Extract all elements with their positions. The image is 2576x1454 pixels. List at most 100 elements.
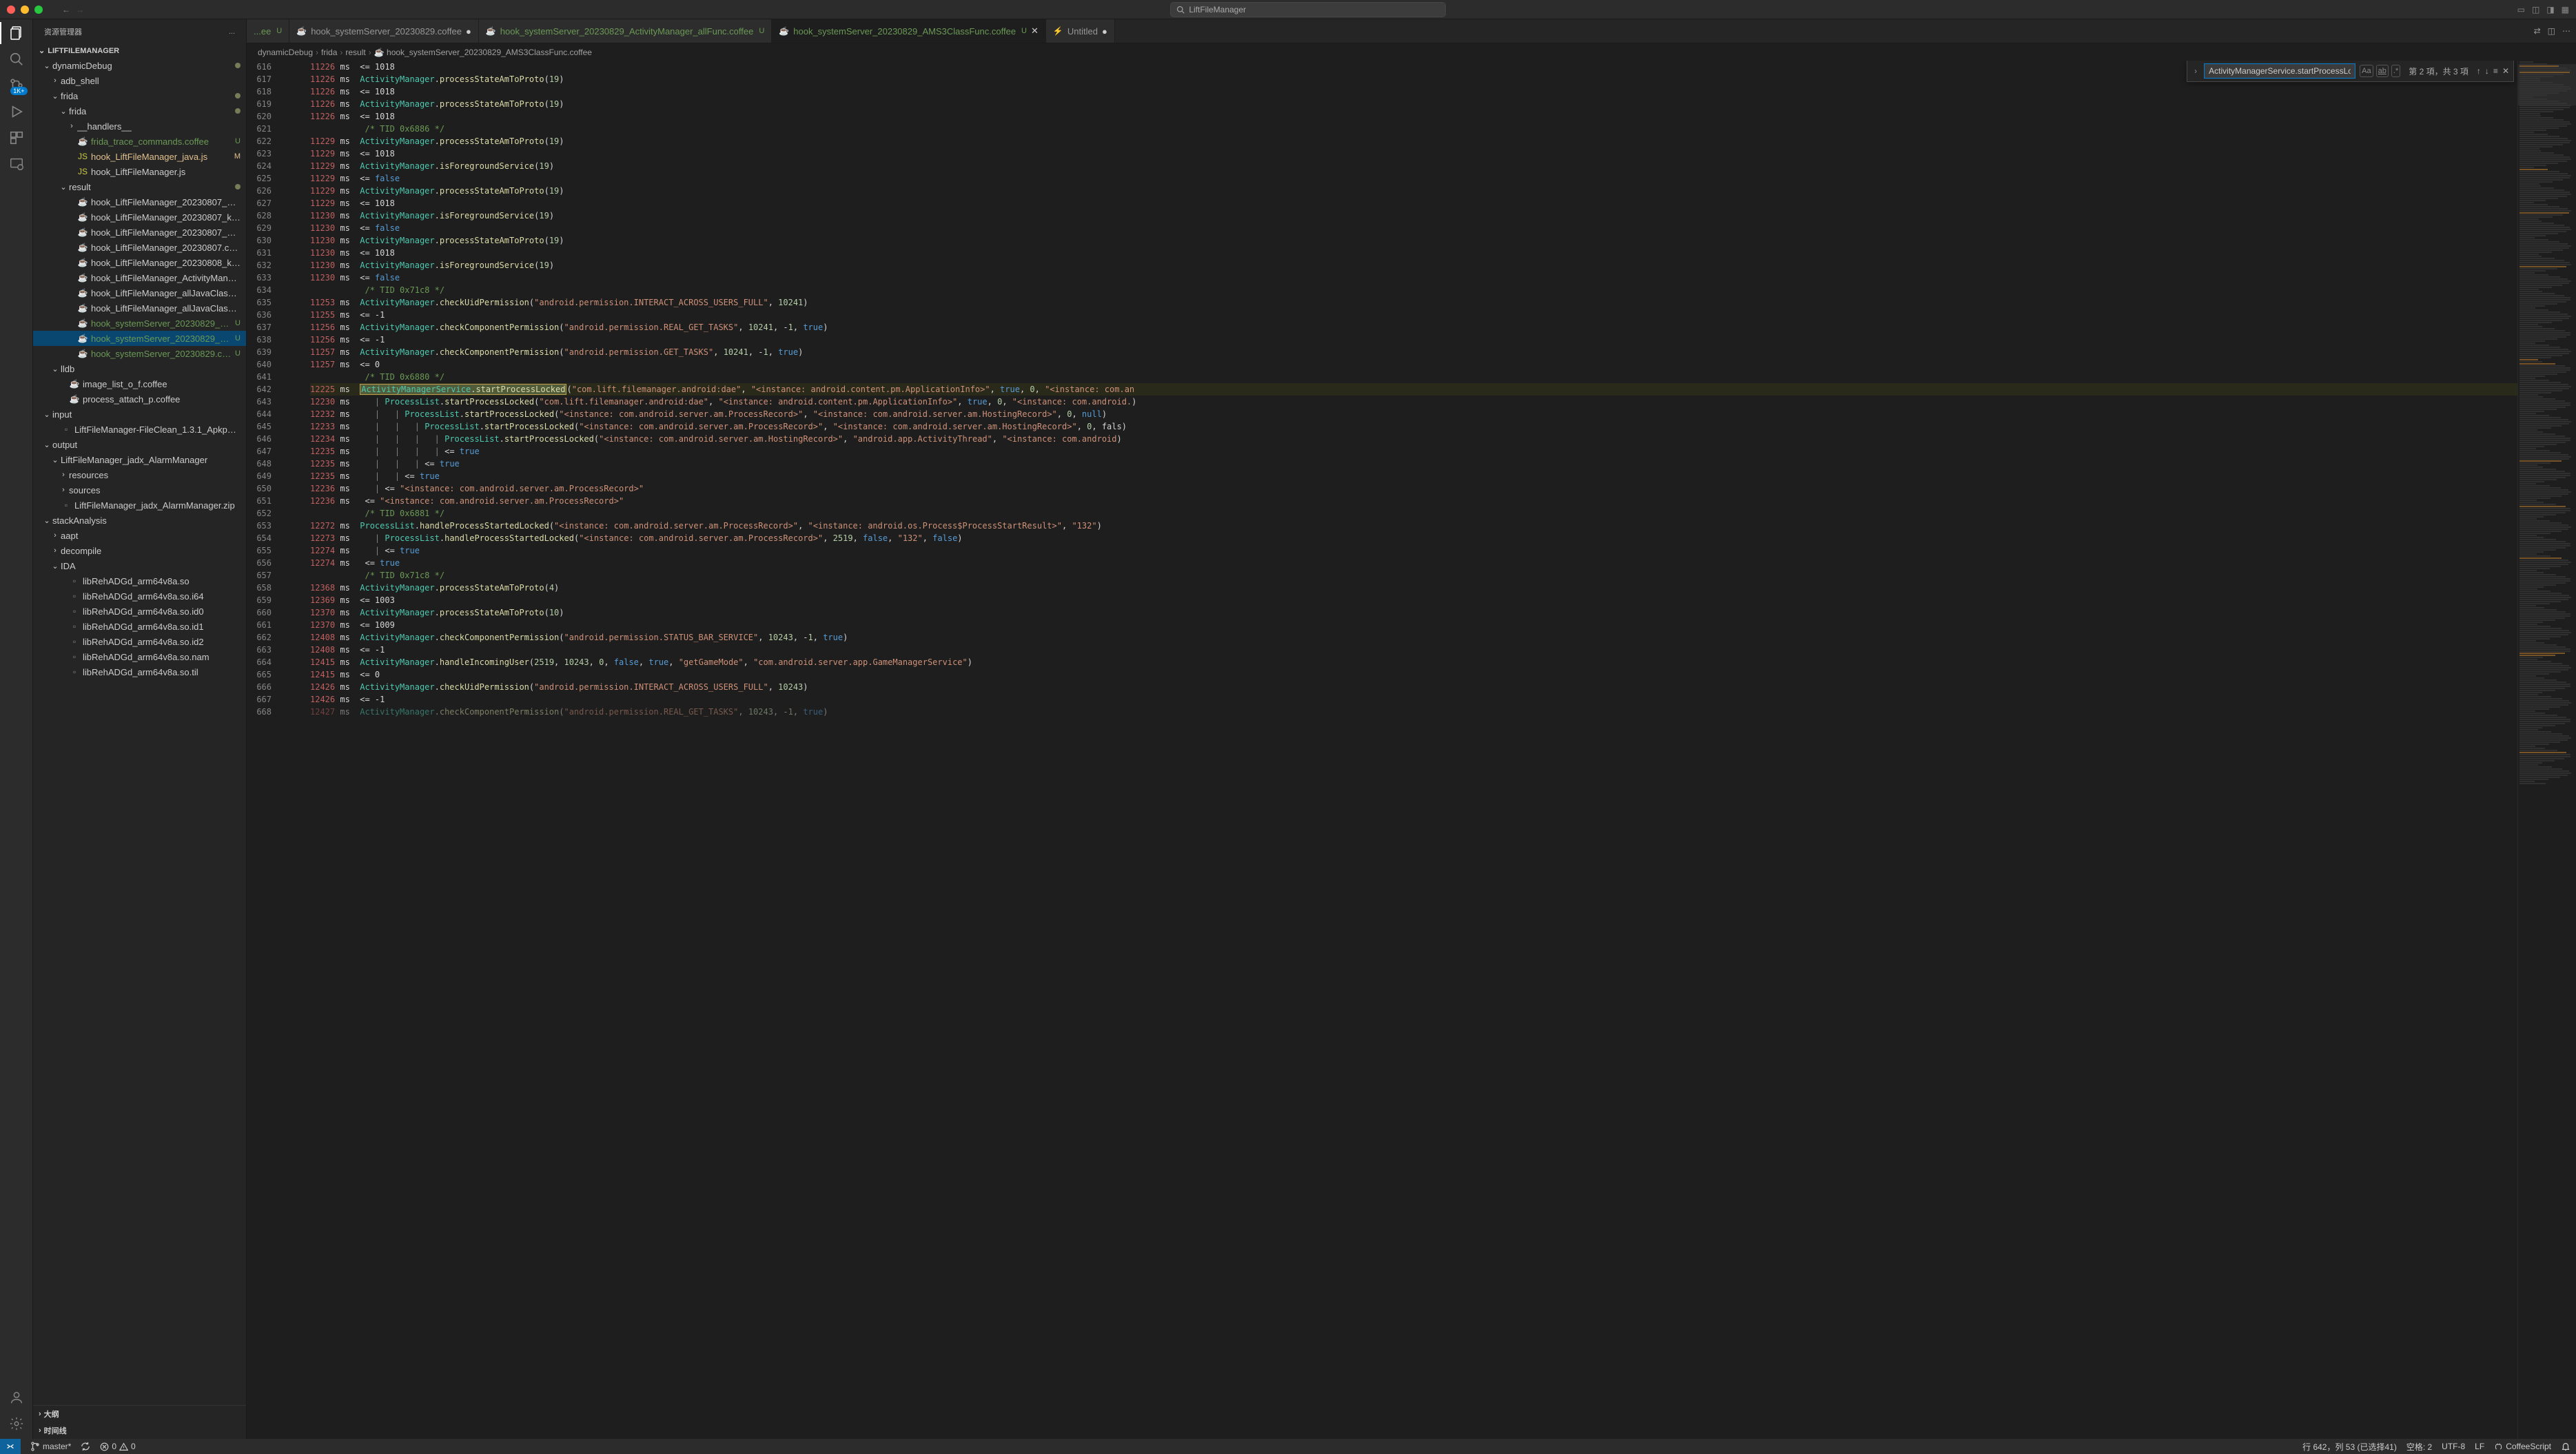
tree-file[interactable]: ▫libRehADGd_arm64v8a.so.id0	[33, 604, 246, 619]
tree-file[interactable]: ☕hook_LiftFileManager_ActivityManager_me…	[33, 270, 246, 285]
cursor-position[interactable]: 行 642，列 53 (已选择41)	[2302, 1441, 2397, 1453]
split-editor-icon[interactable]: ◫	[2548, 26, 2555, 36]
editor-tab[interactable]: ...ee U	[247, 19, 289, 43]
tree-file[interactable]: ☕hook_systemServer_20230829.coffeeU	[33, 346, 246, 361]
tree-file[interactable]: ☕hook_LiftFileManager_20230807_killProce…	[33, 209, 246, 225]
find-input[interactable]	[2204, 63, 2355, 79]
tree-folder[interactable]: ›adb_shell	[33, 73, 246, 88]
problems-status[interactable]: 0 0	[100, 1442, 135, 1451]
tree-file[interactable]: ▫libRehADGd_arm64v8a.so.id2	[33, 634, 246, 649]
tree-file[interactable]: ▫libRehADGd_arm64v8a.so	[33, 573, 246, 588]
tree-file[interactable]: ▫libRehADGd_arm64v8a.so.nam	[33, 649, 246, 664]
eol-status[interactable]: LF	[2475, 1442, 2484, 1451]
more-actions-icon[interactable]: ⋯	[2562, 26, 2570, 36]
tree-folder[interactable]: ›sources	[33, 482, 246, 498]
tree-file[interactable]: ▫LiftFileManager-FileClean_1.3.1_Apkpure…	[33, 422, 246, 437]
tree-item-label: stackAnalysis	[52, 515, 241, 526]
tree-folder[interactable]: ⌄lldb	[33, 361, 246, 376]
remote-explorer-icon[interactable]	[8, 156, 25, 172]
toggle-panel-icon[interactable]: ▭	[2517, 5, 2525, 14]
search-activity-icon[interactable]	[8, 51, 25, 68]
tree-file[interactable]: ☕hook_LiftFileManager_20230808_keepAlive…	[33, 255, 246, 270]
timeline-section[interactable]: › 时间线	[33, 1422, 246, 1439]
tree-file[interactable]: JShook_LiftFileManager.js	[33, 164, 246, 179]
indentation-status[interactable]: 空格: 2	[2406, 1441, 2432, 1453]
settings-gear-icon[interactable]	[8, 1415, 25, 1432]
tree-folder[interactable]: ⌄input	[33, 407, 246, 422]
source-control-icon[interactable]: 1K+	[8, 77, 25, 94]
minimize-window-button[interactable]	[21, 6, 29, 14]
tree-file[interactable]: ▫libRehADGd_arm64v8a.so.id1	[33, 619, 246, 634]
breadcrumb-item[interactable]: frida	[321, 48, 337, 57]
tree-folder[interactable]: ⌄LiftFileManager_jadx_AlarmManager	[33, 452, 246, 467]
toggle-primary-sidebar-icon[interactable]: ◨	[2546, 5, 2554, 14]
tree-file[interactable]: ☕hook_LiftFileManager_20230807_2.coffee	[33, 194, 246, 209]
account-icon[interactable]	[8, 1389, 25, 1406]
use-regex-icon[interactable]: .*	[2391, 65, 2400, 77]
explorer-icon[interactable]	[8, 25, 25, 41]
customize-layout-icon[interactable]: ▦	[2562, 5, 2569, 14]
tree-file[interactable]: ▫libRehADGd_arm64v8a.so.i64	[33, 588, 246, 604]
find-in-selection-icon[interactable]: ≡	[2493, 66, 2498, 76]
tree-file[interactable]: ☕hook_LiftFileManager_allJavaClassStrLis…	[33, 300, 246, 316]
branch-status[interactable]: master*	[30, 1442, 71, 1451]
find-close-icon[interactable]: ✕	[2502, 66, 2509, 76]
breadcrumb-item[interactable]: result	[345, 48, 365, 57]
tree-file[interactable]: ☕hook_LiftFileManager_20230807.coffee	[33, 240, 246, 255]
tree-folder[interactable]: ⌄stackAnalysis	[33, 513, 246, 528]
remote-indicator[interactable]	[0, 1439, 21, 1454]
tree-folder[interactable]: ›decompile	[33, 543, 246, 558]
close-window-button[interactable]	[7, 6, 15, 14]
outline-section[interactable]: › 大纲	[33, 1405, 246, 1422]
tree-folder[interactable]: ›aapt	[33, 528, 246, 543]
tree-folder[interactable]: ⌄dynamicDebug	[33, 58, 246, 73]
breadcrumb-item[interactable]: dynamicDebug	[258, 48, 313, 57]
project-section[interactable]: ⌄ LIFTFILEMANAGER	[33, 43, 246, 58]
maximize-window-button[interactable]	[34, 6, 43, 14]
find-prev-icon[interactable]: ↑	[2477, 66, 2481, 76]
nav-back-icon[interactable]: ←	[62, 5, 70, 14]
tree-folder[interactable]: ›resources	[33, 467, 246, 482]
sidebar-more-icon[interactable]: ...	[229, 28, 235, 36]
tree-folder[interactable]: ⌄frida	[33, 103, 246, 119]
command-center-search[interactable]: LiftFileManager	[1170, 2, 1446, 17]
tree-file[interactable]: ☕process_attach_p.coffee	[33, 391, 246, 407]
extensions-icon[interactable]	[8, 130, 25, 146]
tree-file[interactable]: ▫libRehADGd_arm64v8a.so.til	[33, 664, 246, 679]
minimap[interactable]	[2517, 61, 2576, 1439]
tree-file[interactable]: ☕hook_LiftFileManager_20230807_moreCreat…	[33, 225, 246, 240]
run-debug-icon[interactable]	[8, 103, 25, 120]
tree-folder[interactable]: ⌄output	[33, 437, 246, 452]
close-tab-icon[interactable]: ✕	[1031, 25, 1039, 37]
tree-file[interactable]: ☕hook_LiftFileManager_allJavaClassStrLis…	[33, 285, 246, 300]
tree-file[interactable]: ☕frida_trace_commands.coffeeU	[33, 134, 246, 149]
editor-tab[interactable]: ⚡Untitled ●	[1046, 19, 1115, 43]
tree-file[interactable]: ☕image_list_o_f.coffee	[33, 376, 246, 391]
code-editor[interactable]: 11226 ms <= 101811226 ms ActivityManager…	[283, 61, 2517, 1439]
tree-file[interactable]: ☕hook_systemServer_20230829_AMS3ClassFun…	[33, 331, 246, 346]
breadcrumb-item[interactable]: ☕ hook_systemServer_20230829_AMS3ClassFu…	[374, 48, 592, 57]
tree-folder[interactable]: ⌄IDA	[33, 558, 246, 573]
tree-file[interactable]: JShook_LiftFileManager_java.jsM	[33, 149, 246, 164]
tree-file[interactable]: ☕hook_systemServer_20230829_ActivityMana…	[33, 316, 246, 331]
find-next-icon[interactable]: ↓	[2485, 66, 2489, 76]
tree-item-label: libRehADGd_arm64v8a.so.id0	[83, 606, 241, 617]
tree-folder[interactable]: ›__handlers__	[33, 119, 246, 134]
compare-icon[interactable]: ⇄	[2534, 26, 2541, 36]
nav-forward-icon[interactable]: →	[76, 5, 84, 14]
editor-tab[interactable]: ☕hook_systemServer_20230829_ActivityMana…	[479, 19, 773, 43]
match-whole-word-icon[interactable]: ab	[2376, 65, 2389, 77]
tree-folder[interactable]: ⌄frida	[33, 88, 246, 103]
encoding-status[interactable]: UTF-8	[2442, 1442, 2465, 1451]
breadcrumb[interactable]: dynamicDebug›frida›result›☕ hook_systemS…	[247, 43, 2576, 61]
find-toggle-replace-icon[interactable]: ›	[2191, 66, 2200, 76]
editor-tab[interactable]: ☕hook_systemServer_20230829_AMS3ClassFun…	[772, 19, 1046, 43]
toggle-secondary-sidebar-icon[interactable]: ◫	[2532, 5, 2539, 14]
notifications-icon[interactable]	[2561, 1442, 2570, 1451]
sync-status[interactable]	[81, 1442, 90, 1451]
editor-tab[interactable]: ☕hook_systemServer_20230829.coffee ●	[289, 19, 479, 43]
match-case-icon[interactable]: Aa	[2360, 65, 2373, 77]
tree-folder[interactable]: ⌄result	[33, 179, 246, 194]
language-mode[interactable]: CoffeeScript	[2494, 1442, 2551, 1451]
tree-file[interactable]: ▫LiftFileManager_jadx_AlarmManager.zip	[33, 498, 246, 513]
